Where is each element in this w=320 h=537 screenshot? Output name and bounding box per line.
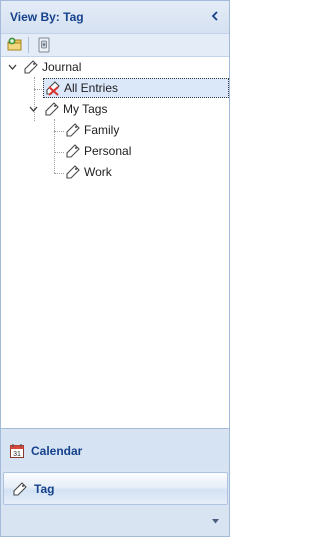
tree-connector bbox=[54, 152, 64, 153]
tag-properties-icon bbox=[38, 37, 50, 53]
pane-header: View By: Tag bbox=[1, 1, 229, 34]
tree-node-family[interactable]: Family bbox=[64, 120, 119, 140]
new-tag-icon bbox=[7, 37, 22, 51]
toolbar-separator bbox=[28, 37, 29, 53]
tag-properties-button[interactable] bbox=[35, 36, 53, 54]
tree-node-my-tags[interactable]: My Tags bbox=[43, 99, 107, 119]
tree-connector bbox=[54, 173, 64, 174]
chevron-left-icon bbox=[211, 11, 218, 21]
tree-node-label: Journal bbox=[42, 60, 82, 74]
svg-text:31: 31 bbox=[13, 451, 21, 458]
tag-tree: Journal All Entries My Tags Family Perso… bbox=[1, 57, 229, 429]
tree-node-label: My Tags bbox=[63, 102, 108, 116]
nav-tag-label: Tag bbox=[34, 481, 55, 496]
calendar-icon: 31 bbox=[8, 442, 26, 460]
tree-node-label: All Entries bbox=[64, 81, 119, 95]
nav-tag-button[interactable]: Tag bbox=[3, 472, 228, 505]
tree-node-work[interactable]: Work bbox=[64, 162, 112, 182]
tag-icon bbox=[64, 142, 82, 160]
journal-expander[interactable] bbox=[7, 62, 17, 72]
all-entries-tag-icon bbox=[44, 79, 62, 97]
new-tag-button[interactable] bbox=[6, 36, 24, 54]
tree-toolbar bbox=[1, 34, 229, 57]
tree-node-all-entries[interactable]: All Entries bbox=[43, 78, 229, 98]
configure-buttons-button[interactable] bbox=[210, 517, 220, 525]
tree-node-label: Work bbox=[84, 165, 112, 179]
my-tags-expander[interactable] bbox=[28, 104, 38, 114]
tag-icon bbox=[64, 163, 82, 181]
tree-node-label: Family bbox=[84, 123, 120, 137]
chevron-down-icon bbox=[211, 518, 219, 523]
navigation-pane: View By: Tag Journal All Entries My Tags… bbox=[0, 0, 230, 537]
tag-icon bbox=[22, 58, 40, 76]
tree-node-personal[interactable]: Personal bbox=[64, 141, 131, 161]
tree-node-label: Personal bbox=[84, 144, 132, 158]
tag-icon bbox=[43, 100, 61, 118]
collapse-pane-button[interactable] bbox=[207, 8, 223, 24]
nav-calendar-button[interactable]: 31 Calendar bbox=[1, 434, 229, 468]
tag-icon bbox=[11, 480, 29, 498]
tree-connector bbox=[34, 77, 35, 121]
tree-connector bbox=[54, 119, 55, 173]
tree-connector bbox=[54, 131, 64, 132]
tag-icon bbox=[64, 121, 82, 139]
pane-title: View By: Tag bbox=[10, 10, 84, 24]
pane-footer bbox=[1, 507, 229, 536]
nav-calendar-label: Calendar bbox=[31, 444, 83, 458]
chevron-down-icon bbox=[29, 106, 37, 112]
tree-node-journal[interactable]: Journal bbox=[22, 57, 81, 77]
chevron-down-icon bbox=[8, 64, 16, 70]
